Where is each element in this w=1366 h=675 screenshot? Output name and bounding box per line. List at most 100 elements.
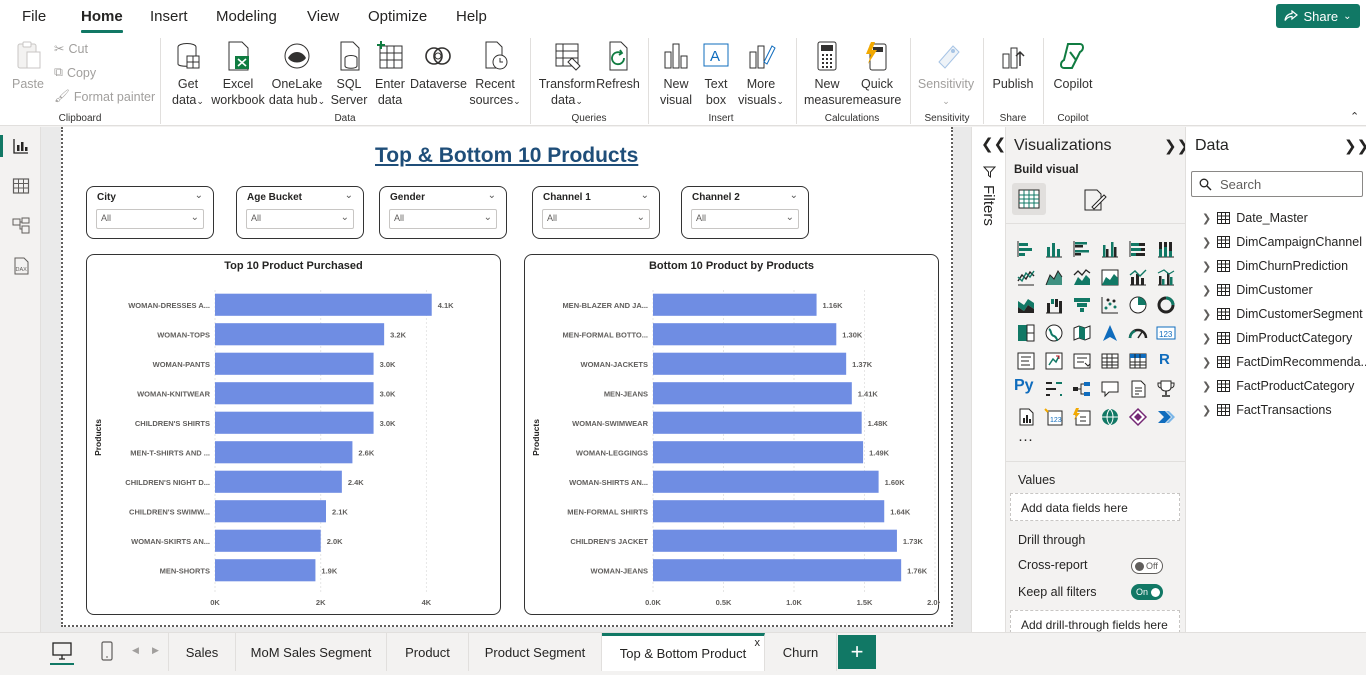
recent-sources-button[interactable]: Recent sources⌄ (468, 40, 522, 109)
menu-insert[interactable]: Insert (150, 8, 188, 25)
chevron-down-icon[interactable]: ⌄ (195, 190, 203, 201)
close-tab-icon[interactable]: x (755, 637, 761, 649)
table-item[interactable]: ❯ DimChurnPrediction (1202, 259, 1348, 273)
share-button[interactable]: Share ⌄ (1276, 4, 1360, 28)
filters-pane[interactable]: ❮❮ Filters (971, 127, 1006, 632)
format-visual-icon[interactable] (1082, 187, 1108, 213)
table-item[interactable]: ❯ DimCampaignChannel (1202, 235, 1362, 249)
trophy-icon[interactable] (1156, 379, 1176, 399)
ribbon-chart-icon[interactable] (1016, 295, 1036, 315)
table-item[interactable]: ❯ Date_Master (1202, 211, 1308, 225)
key-influencers-icon[interactable] (1044, 379, 1064, 399)
desktop-layout-icon[interactable] (52, 642, 72, 660)
chevron-right-icon[interactable]: ❯ (1202, 380, 1211, 393)
line-and-clustered-column-chart-icon[interactable] (1156, 267, 1176, 287)
chevron-down-icon[interactable]: ⌄ (488, 190, 496, 201)
expand-filters-icon[interactable]: ❮❮ (981, 135, 1006, 153)
get-data-button[interactable]: Get data⌄ (168, 40, 208, 109)
table-item[interactable]: ❯ FactProductCategory (1202, 379, 1354, 393)
text-box-button[interactable]: A Text box (698, 40, 734, 108)
chevron-right-icon[interactable]: ❯ (1202, 308, 1211, 321)
new-visual-button[interactable]: New visual (656, 40, 696, 108)
menu-modeling[interactable]: Modeling (216, 8, 277, 25)
scroll-right-icon[interactable]: ▶ (152, 645, 159, 656)
tab-sales[interactable]: Sales (168, 633, 236, 671)
onelake-button[interactable]: OneLake data hub⌄ (268, 40, 326, 109)
values-drop-zone[interactable]: Add data fields here (1010, 493, 1180, 521)
sql-server-button[interactable]: SQL Server (330, 40, 368, 108)
slicer-gender[interactable]: Gender ⌄ All ⌄ (379, 186, 507, 239)
menu-home[interactable]: Home (81, 8, 123, 33)
build-visual-tab[interactable] (1012, 183, 1046, 215)
mobile-layout-icon[interactable] (101, 641, 113, 661)
new-measure-button[interactable]: New measure (804, 40, 853, 108)
waterfall-chart-icon[interactable] (1044, 295, 1064, 315)
slicer-channel-2[interactable]: Channel 2 ⌄ All ⌄ (681, 186, 809, 239)
collapse-data-icon[interactable]: ❯❯ (1344, 137, 1366, 155)
dax-query-view-icon[interactable]: DAX (12, 257, 30, 275)
bottom-10-chart[interactable]: 0.0K 0.5K 1.0K 1.5K 2.0K MEN-BLAZER AND JA...… (524, 254, 940, 615)
model-view-icon[interactable] (12, 217, 30, 235)
filled-map-icon[interactable] (1072, 323, 1092, 343)
more-visuals-ellipsis[interactable]: ··· (1018, 431, 1033, 448)
table-item[interactable]: ❯ FactDimRecommenda... (1202, 355, 1366, 369)
100-stacked-area-chart-icon[interactable] (1100, 267, 1120, 287)
sensitivity-button[interactable]: Sensitivity ⌄ (916, 40, 976, 109)
top-10-chart[interactable]: 0K 2K 4K WOMAN-DRESSES A... 4.1K WOMAN-TOPS 3.… (86, 254, 501, 615)
slicer-age-bucket[interactable]: Age Bucket ⌄ All ⌄ (236, 186, 364, 239)
collapse-ribbon-icon[interactable]: ⌃ (1350, 110, 1359, 123)
chevron-down-icon[interactable]: ⌄ (790, 190, 798, 201)
100-stacked-column-chart-icon[interactable] (1156, 239, 1176, 259)
slicer-dropdown[interactable]: All ⌄ (96, 209, 204, 229)
cross-report-toggle[interactable]: Off (1131, 558, 1163, 574)
scroll-left-icon[interactable]: ◀ (132, 645, 139, 656)
r-script-visual-icon[interactable]: R (1159, 351, 1170, 368)
enter-data-button[interactable]: Enter data (372, 40, 408, 108)
chevron-down-icon[interactable]: ⌄ (641, 190, 649, 201)
stacked-area-chart-icon[interactable] (1072, 267, 1092, 287)
slicer-dropdown[interactable]: All ⌄ (542, 209, 650, 229)
clustered-column-chart-icon[interactable] (1100, 239, 1120, 259)
card-icon[interactable]: 123 (1156, 323, 1176, 343)
paste-button[interactable]: Paste (10, 40, 46, 92)
clustered-bar-chart-icon[interactable] (1072, 239, 1092, 259)
chevron-right-icon[interactable]: ❯ (1202, 404, 1211, 417)
excel-workbook-button[interactable]: Excel workbook (210, 40, 266, 108)
slicer-city[interactable]: City ⌄ All ⌄ (86, 186, 214, 239)
paginated-report-icon[interactable] (1016, 407, 1036, 427)
tab-product[interactable]: Product (387, 633, 469, 671)
donut-chart-icon[interactable] (1156, 295, 1176, 315)
copy-button[interactable]: ⧉ Copy (54, 65, 96, 80)
treemap-icon[interactable] (1016, 323, 1036, 343)
report-view-icon[interactable] (12, 137, 30, 155)
area-chart-icon[interactable] (1044, 267, 1064, 287)
globe-visual-icon[interactable] (1100, 407, 1120, 427)
chevron-right-icon[interactable]: ❯ (1202, 236, 1211, 249)
slicer-icon[interactable] (1072, 351, 1092, 371)
menu-view[interactable]: View (307, 8, 339, 25)
table-icon[interactable] (1100, 351, 1120, 371)
chevron-right-icon[interactable]: ❯ (1202, 260, 1211, 273)
dataverse-button[interactable]: Dataverse (410, 40, 467, 92)
slicer-dropdown[interactable]: All ⌄ (389, 209, 497, 229)
line-and-stacked-column-chart-icon[interactable] (1128, 267, 1148, 287)
funnel-chart-icon[interactable] (1072, 295, 1092, 315)
chevron-right-icon[interactable]: ❯ (1202, 356, 1211, 369)
stacked-bar-chart-icon[interactable] (1016, 239, 1036, 259)
100-stacked-bar-chart-icon[interactable] (1128, 239, 1148, 259)
metrics-icon[interactable]: 123 (1044, 407, 1064, 427)
quick-visual-icon[interactable] (1072, 407, 1092, 427)
more-visuals-button[interactable]: More visuals⌄ (736, 40, 786, 109)
power-apps-visual-icon[interactable] (1128, 407, 1148, 427)
multi-row-card-icon[interactable] (1016, 351, 1036, 371)
tab-churn[interactable]: Churn (765, 633, 837, 671)
slicer-dropdown[interactable]: All ⌄ (246, 209, 354, 229)
python-visual-icon[interactable]: Py (1014, 377, 1034, 395)
tab-top-bottom-product[interactable]: Top & Bottom Product x (602, 633, 765, 671)
chevron-down-icon[interactable]: ⌄ (345, 190, 353, 201)
menu-help[interactable]: Help (456, 8, 487, 25)
refresh-button[interactable]: Refresh (596, 40, 640, 92)
power-automate-visual-icon[interactable] (1156, 407, 1176, 427)
add-page-button[interactable]: + (838, 635, 876, 669)
smart-narrative-icon[interactable] (1128, 379, 1148, 399)
